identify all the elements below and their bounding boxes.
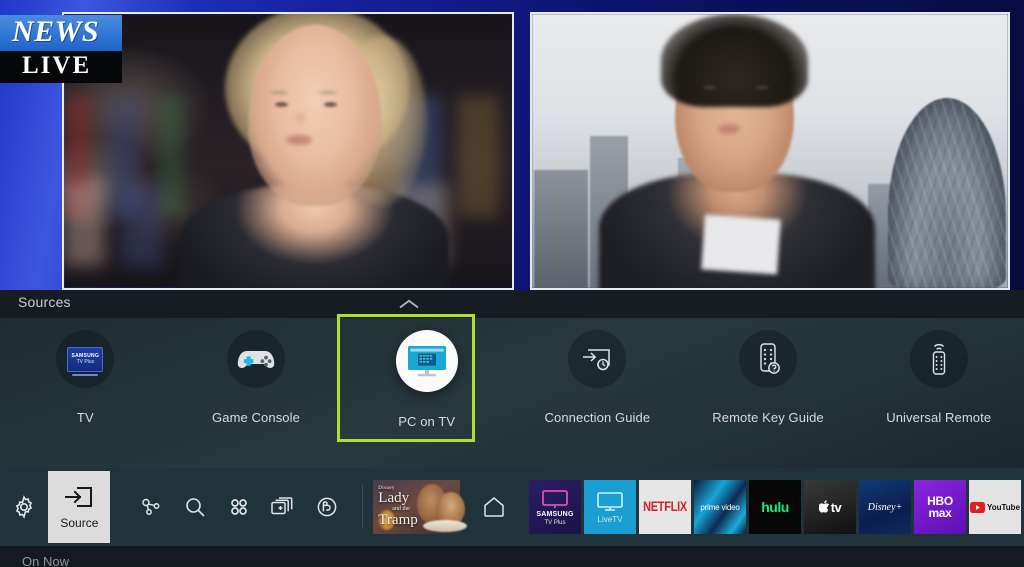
taskbar-divider	[362, 485, 364, 529]
app-tile-samsung-tv-plus[interactable]: SAMSUNG TV Plus	[529, 480, 581, 534]
news-live-bug: NEWS LIVE	[0, 15, 122, 83]
home-icon	[484, 497, 505, 517]
featured-content-title: Disney Lady and the Tramp	[378, 486, 417, 528]
pc-on-tv-icon-circle	[395, 330, 458, 392]
app-label-prime-video: prime video	[700, 502, 740, 512]
source-label-game-console: Game Console	[212, 410, 300, 425]
youtube-play-icon	[969, 501, 985, 513]
remote-key-guide-icon-circle	[739, 330, 798, 388]
live-bug-label: LIVE	[22, 52, 92, 79]
sources-items-row: SAMSUNG TV Plus TV Game Console PC on TV…	[0, 318, 1024, 468]
app-label-netflix: NETFLIX	[643, 499, 687, 515]
remote-key-guide-icon	[760, 343, 780, 374]
source-button-label: Source	[60, 515, 99, 530]
source-label-universal-remote: Universal Remote	[886, 410, 992, 425]
source-item-connection-guide[interactable]: Connection Guide	[512, 318, 683, 468]
bixby-button[interactable]	[308, 468, 346, 546]
video-panel-reporter	[530, 12, 1010, 290]
app-tile-livetv[interactable]: LiveTV	[584, 480, 636, 534]
app-tile-netflix[interactable]: NETFLIX	[639, 480, 691, 534]
news-bug-box: NEWS	[0, 15, 122, 51]
sources-title: Sources	[18, 294, 71, 310]
livetv-screen-icon	[597, 491, 623, 511]
source-button[interactable]: Source	[48, 471, 111, 543]
search-icon	[186, 498, 206, 517]
connection-guide-icon	[583, 349, 611, 371]
source-item-universal-remote[interactable]: Universal Remote	[853, 318, 1024, 468]
app-tile-hbo-max[interactable]: HBO max	[914, 480, 966, 534]
app-label-disney-plus: Disney+	[867, 501, 903, 513]
settings-button[interactable]	[0, 468, 48, 546]
gamepad-icon	[237, 351, 275, 368]
app-label-hulu: hulu	[761, 499, 789, 515]
live-bug-box: LIVE	[0, 51, 122, 83]
video-panel-anchor	[62, 12, 514, 290]
game-console-icon-circle	[227, 330, 285, 388]
source-arrow-icon	[65, 486, 93, 507]
source-label-tv: TV	[76, 410, 94, 425]
search-button[interactable]	[176, 468, 214, 546]
multi-view-button[interactable]	[264, 468, 302, 546]
apple-logo-icon	[818, 500, 829, 513]
app-label-samsung-line1: SAMSUNG	[536, 510, 574, 518]
app-tile-prime-video[interactable]: prime video	[694, 480, 746, 534]
monitor-icon	[407, 346, 446, 377]
samsung-tv-plus-screen-icon	[542, 489, 568, 508]
bixby-universe-icon	[318, 497, 337, 517]
ambient-network-button[interactable]	[132, 468, 170, 546]
app-label-max: max	[928, 506, 952, 520]
sources-panel: Sources SAMSUNG TV Plus TV Game Console …	[0, 290, 1024, 468]
app-tile-disney-plus[interactable]: Disney+	[859, 480, 911, 534]
taskbar: Source Disney Lady and the Tramp SAMSUNG…	[0, 468, 1024, 546]
featured-title-line1: Lady	[378, 490, 410, 507]
source-label-remote-key-guide: Remote Key Guide	[712, 410, 824, 425]
taskbar-quick-icons	[132, 468, 346, 546]
featured-content-lady-and-the-tramp[interactable]: Disney Lady and the Tramp	[373, 480, 468, 534]
app-tile-hulu[interactable]: hulu	[749, 480, 801, 534]
news-bug-label: NEWS	[12, 15, 100, 48]
on-now-strip: On Now	[0, 546, 1024, 567]
featured-title-line2: Tramp	[378, 511, 418, 528]
apps-button[interactable]	[220, 468, 258, 546]
tv-icon-circle: SAMSUNG TV Plus	[56, 330, 115, 388]
ambient-network-icon	[142, 498, 160, 515]
universal-remote-icon-circle	[909, 330, 968, 388]
app-label-samsung-line2: TV Plus	[544, 519, 566, 526]
tv-plus-brand-line2: TV Plus	[76, 359, 95, 365]
broadcast-video-background: NEWS LIVE	[0, 0, 1024, 290]
universal-remote-icon	[932, 343, 945, 375]
app-strip: SAMSUNG TV Plus LiveTV NETFLIX prime vid…	[529, 480, 1024, 534]
source-item-tv[interactable]: SAMSUNG TV Plus TV	[0, 318, 171, 468]
on-now-label: On Now	[22, 554, 69, 567]
source-label-connection-guide: Connection Guide	[544, 410, 651, 425]
samsung-tv-plus-icon: SAMSUNG TV Plus	[67, 346, 104, 376]
app-label-youtube: YouTube	[986, 502, 1021, 512]
app-label-apple-tv: tv	[830, 499, 842, 515]
sources-header-bar: Sources	[0, 290, 1024, 318]
home-button[interactable]	[474, 480, 515, 534]
gear-icon	[15, 495, 33, 519]
source-label-pc-on-tv: PC on TV	[398, 414, 456, 429]
app-tile-apple-tv[interactable]: tv	[804, 480, 856, 534]
apps-grid-icon	[231, 499, 248, 515]
source-item-remote-key-guide[interactable]: Remote Key Guide	[683, 318, 854, 468]
source-item-pc-on-tv[interactable]: PC on TV	[341, 318, 512, 468]
chevron-up-icon[interactable]	[398, 298, 420, 310]
multi-view-add-icon	[271, 497, 293, 515]
app-tile-youtube[interactable]: YouTube	[969, 480, 1021, 534]
connection-guide-icon-circle	[568, 330, 627, 388]
source-item-game-console[interactable]: Game Console	[171, 318, 342, 468]
app-label-livetv: LiveTV	[597, 514, 623, 524]
